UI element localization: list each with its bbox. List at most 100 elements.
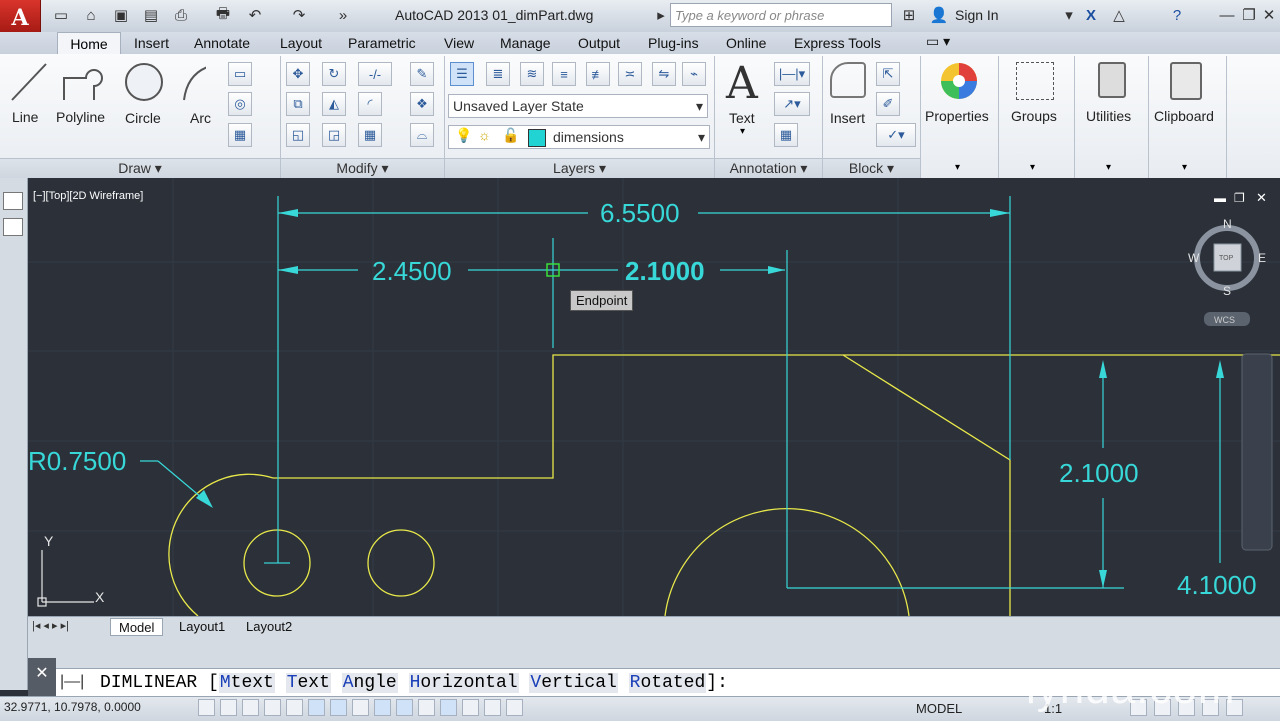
annotation-monitor-icon[interactable] — [506, 699, 523, 716]
tab-layout[interactable]: Layout — [280, 35, 322, 51]
array-icon[interactable]: ▦ — [358, 123, 382, 147]
polar-tracking-icon[interactable] — [286, 699, 303, 716]
modify-panel-label[interactable]: Modify ▾ — [281, 158, 444, 178]
tab-manage[interactable]: Manage — [500, 35, 551, 51]
text-button[interactable]: Text — [729, 110, 755, 126]
layer-tool-2-icon[interactable]: ≣ — [486, 62, 510, 86]
chevron-down-icon[interactable]: ▾ — [1030, 162, 1035, 173]
layer-tool-7-icon[interactable]: ⇋ — [652, 62, 676, 86]
trim-icon[interactable]: -/- — [358, 62, 392, 86]
scale-icon[interactable]: ◲ — [322, 123, 346, 147]
tab-layout1[interactable]: Layout1 — [171, 618, 233, 636]
dropdown-icon[interactable]: ▾ — [1060, 6, 1078, 24]
hatch-icon[interactable]: ▦ — [228, 123, 252, 147]
help-icon[interactable]: ? — [1168, 6, 1186, 24]
tab-layout2[interactable]: Layout2 — [238, 618, 300, 636]
layout-nav-arrows-icon[interactable]: |◂ ◂ ▸ ▸| — [32, 619, 69, 632]
exchange-icon[interactable]: X — [1082, 6, 1100, 24]
undo-icon[interactable]: ↶ — [246, 6, 264, 24]
option-text[interactable]: Text — [285, 673, 331, 693]
chevron-down-icon[interactable]: ▾ — [1106, 162, 1111, 173]
plot-preview-icon[interactable]: ⎙ — [172, 6, 190, 24]
chevron-down-icon[interactable]: ▾ — [1182, 162, 1187, 173]
dynamic-input-icon[interactable] — [396, 699, 413, 716]
snap-mode-icon[interactable] — [220, 699, 237, 716]
tab-annotate[interactable]: Annotate — [194, 35, 250, 51]
linear-dimension-icon[interactable]: |—|▾ — [774, 62, 810, 86]
mirror-icon[interactable]: ◭ — [322, 92, 346, 116]
open-icon[interactable]: ⌂ — [82, 6, 100, 24]
navigation-bar[interactable] — [1241, 353, 1273, 551]
option-rotated[interactable]: Rotated — [628, 673, 707, 693]
layer-tool-5-icon[interactable]: ≢ — [586, 62, 610, 86]
clipboard-icon[interactable] — [1170, 62, 1202, 100]
quick-properties-icon[interactable] — [462, 699, 479, 716]
stretch-icon[interactable]: ◱ — [286, 123, 310, 147]
infer-constraints-icon[interactable] — [198, 699, 215, 716]
viewcube-top[interactable]: TOP — [1219, 255, 1234, 262]
grid-display-icon[interactable] — [242, 699, 259, 716]
redo-icon[interactable]: ↷ — [290, 6, 308, 24]
help-search-input[interactable]: Type a keyword or phrase — [670, 3, 892, 27]
lineweight-icon[interactable] — [418, 699, 435, 716]
edit-block-icon[interactable]: ✐ — [876, 92, 900, 116]
viewport-minimize-icon[interactable]: ▬ — [1214, 191, 1226, 205]
tab-parametric[interactable]: Parametric — [348, 35, 416, 51]
tab-plug-ins[interactable]: Plug-ins — [648, 35, 699, 51]
palette-icon-1[interactable] — [3, 192, 23, 210]
tab-output[interactable]: Output — [578, 35, 620, 51]
new-icon[interactable]: ▭ — [52, 6, 70, 24]
ortho-mode-icon[interactable] — [264, 699, 281, 716]
ellipse-icon[interactable]: ◎ — [228, 92, 252, 116]
viewport-controls-label[interactable]: [−][Top][2D Wireframe] — [33, 190, 143, 202]
layer-tool-8-icon[interactable]: ⌁ — [682, 62, 706, 86]
offset-icon[interactable]: ⌓ — [410, 123, 434, 147]
object-snap-icon[interactable] — [308, 699, 325, 716]
tab-express-tools[interactable]: Express Tools — [794, 35, 881, 51]
draw-panel-label[interactable]: Draw ▾ — [0, 158, 280, 178]
utilities-button[interactable]: Utilities — [1086, 108, 1131, 124]
layers-panel-label[interactable]: Layers ▾ — [445, 158, 714, 178]
layer-tool-4-icon[interactable]: ≡ — [552, 62, 576, 86]
plot-icon[interactable]: 🖶 — [214, 5, 232, 24]
tab-view[interactable]: View — [444, 35, 474, 51]
ribbon-minimize-icon[interactable]: ▭ ▾ — [926, 33, 950, 50]
user-icon[interactable]: 👤 — [930, 6, 949, 24]
tab-online[interactable]: Online — [726, 35, 766, 51]
clipboard-button[interactable]: Clipboard — [1154, 108, 1214, 124]
application-menu-button[interactable]: A — [0, 0, 41, 36]
command-close-icon[interactable]: ✕ — [28, 658, 56, 696]
groups-icon[interactable] — [1016, 62, 1054, 100]
chevron-down-icon[interactable]: ▾ — [955, 162, 960, 173]
option-horizontal[interactable]: Horizontal — [408, 673, 519, 693]
fillet-icon[interactable]: ◜ — [358, 92, 382, 116]
tab-insert[interactable]: Insert — [134, 35, 169, 51]
chevron-right-icon[interactable]: ▸ — [652, 6, 670, 24]
rotate-icon[interactable]: ↻ — [322, 62, 346, 86]
more-qat-icon[interactable]: » — [334, 6, 352, 24]
insert-block-icon[interactable] — [830, 62, 866, 98]
palette-icon-2[interactable] — [3, 218, 23, 236]
cursor-coordinates[interactable]: 32.9771, 10.7978, 0.0000 — [4, 700, 141, 714]
selection-cycling-icon[interactable] — [484, 699, 501, 716]
minimize-icon[interactable]: — — [1218, 6, 1236, 24]
arc-button[interactable]: Arc — [190, 110, 211, 126]
table-icon[interactable]: ▦ — [774, 123, 798, 147]
sign-in-button[interactable]: Sign In — [955, 7, 999, 23]
annotation-panel-label[interactable]: Annotation ▾ — [715, 158, 822, 178]
line-button[interactable]: Line — [12, 109, 38, 125]
option-mtext[interactable]: Mtext — [218, 673, 275, 693]
autodesk-360-icon[interactable]: △ — [1110, 6, 1128, 24]
wcs-menu[interactable]: WCS — [1214, 315, 1235, 325]
rectangle-icon[interactable]: ▭ — [228, 62, 252, 86]
properties-icon[interactable] — [938, 60, 980, 102]
calculator-icon[interactable] — [1098, 62, 1126, 98]
leader-icon[interactable]: ↗▾ — [774, 92, 810, 116]
tab-model[interactable]: Model — [110, 618, 164, 636]
move-icon[interactable]: ✥ — [286, 62, 310, 86]
attribute-icon[interactable]: ✓▾ — [876, 123, 916, 147]
save-icon[interactable]: ▣ — [112, 6, 130, 24]
polyline-button[interactable]: Polyline — [56, 109, 105, 125]
explode-icon[interactable]: ❖ — [410, 92, 434, 116]
block-panel-label[interactable]: Block ▾ — [823, 158, 920, 178]
